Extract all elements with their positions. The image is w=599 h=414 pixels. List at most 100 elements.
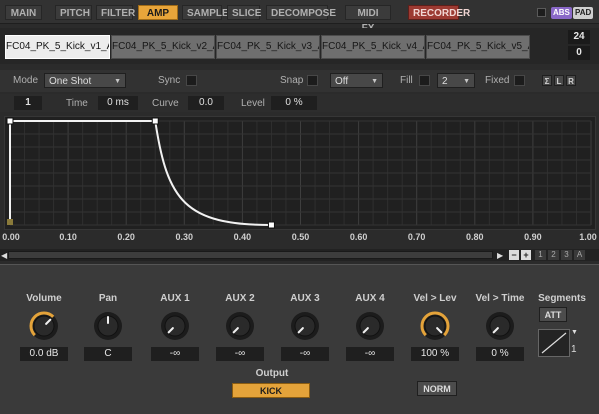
tab-decompose[interactable]: DECOMPOSE (266, 5, 336, 20)
ruler-tick-label: 0.40 (233, 232, 252, 242)
envelope-graph[interactable] (5, 117, 595, 229)
fill-checkbox[interactable] (419, 75, 430, 86)
view-3-button[interactable]: 3 (561, 250, 572, 260)
aux-4-knob[interactable] (354, 310, 386, 342)
knob-control[interactable]: Volume 0.0 dB (14, 293, 74, 361)
output-label: Output (255, 368, 289, 379)
start-marker[interactable] (7, 219, 13, 225)
snap-dropdown[interactable]: Off ▼ (330, 73, 383, 88)
knob-value[interactable]: 0.0 dB (20, 347, 68, 361)
vel-time-knob[interactable] (484, 310, 516, 342)
envelope-editor[interactable] (4, 116, 596, 230)
tab-pitch[interactable]: PITCH (55, 5, 92, 20)
chevron-down-icon: ▼ (114, 78, 121, 85)
curve-field[interactable]: 0.0 (188, 96, 224, 110)
vel-lev-knob[interactable] (419, 310, 451, 342)
scroll-row: ◀ ▶ − + 1 2 3 A (0, 249, 599, 261)
envelope-node[interactable] (267, 221, 275, 229)
tab-filter[interactable]: FILTER (96, 5, 135, 20)
knob-label: Volume (26, 293, 62, 304)
zone-tab[interactable]: FC04_PK_5_Kick_v1_AM (5, 35, 110, 59)
aux-3-knob[interactable] (289, 310, 321, 342)
node-index-field[interactable]: 1 (14, 96, 42, 110)
view-a-button[interactable]: A (574, 250, 585, 260)
scroll-left-icon[interactable]: ◀ (1, 251, 7, 260)
volume-knob[interactable] (28, 310, 60, 342)
time-field[interactable]: 0 ms (98, 96, 138, 110)
envelope-node[interactable] (151, 117, 159, 125)
level-field[interactable]: 0 % (271, 96, 317, 110)
tab-recorder[interactable]: RECORDER (408, 5, 470, 20)
knob-control[interactable]: AUX 3 -∞ (275, 293, 335, 361)
fill-label: Fill (400, 75, 413, 86)
fill-dropdown[interactable]: 2 ▼ (437, 73, 475, 88)
zoom-in-button[interactable]: + (521, 250, 531, 260)
ruler-tick-label: 0.60 (349, 232, 368, 242)
zone-tab[interactable]: FC04_PK_5_Kick_v2_AM (111, 35, 215, 59)
att-button[interactable]: ATT (539, 307, 567, 322)
sync-checkbox[interactable] (186, 75, 197, 86)
segments-label: Segments (538, 293, 586, 304)
knob-control[interactable]: Pan C (78, 293, 138, 361)
envelope-mode-row: Mode One Shot ▼ Sync Snap Off ▼ Fill 2 ▼… (0, 70, 599, 92)
knob-value[interactable]: -∞ (346, 347, 394, 361)
knob-control[interactable]: AUX 4 -∞ (340, 293, 400, 361)
tab-amp[interactable]: AMP (138, 5, 178, 20)
segments-curve-icon[interactable] (538, 329, 570, 357)
zone-selector-row: FC04_PK_5_Kick_v1_AM FC04_PK_5_Kick_v2_A… (0, 28, 599, 64)
sum-button[interactable]: Σ (542, 75, 552, 86)
aux-2-knob[interactable] (224, 310, 256, 342)
snap-label: Snap (280, 75, 304, 86)
knob-value[interactable]: -∞ (281, 347, 329, 361)
ruler-tick-label: 0.80 (466, 232, 484, 242)
zone-counter-bottom[interactable]: 0 (568, 46, 590, 60)
zone-tab[interactable]: FC04_PK_5_Kick_v3_AM (216, 35, 320, 59)
knob-value[interactable]: 0 % (476, 347, 524, 361)
zone-tab[interactable]: FC04_PK_5_Kick_v5_AM (426, 35, 530, 59)
output-selector[interactable]: KICK (232, 383, 310, 398)
knob-label: Vel > Time (475, 293, 525, 304)
knob-value[interactable]: C (84, 347, 132, 361)
chevron-down-icon[interactable]: ▼ (571, 329, 578, 336)
mode-dropdown[interactable]: One Shot ▼ (44, 73, 126, 88)
knob-label: AUX 3 (290, 293, 320, 304)
abs-badge[interactable]: ABS (551, 7, 572, 19)
view-1-button[interactable]: 1 (535, 250, 546, 260)
amp-parameters-panel: Volume 0.0 dB Pan C AUX 1 -∞ AUX 2 -∞ AUX 3 -∞ AUX… (0, 264, 599, 414)
view-2-button[interactable]: 2 (548, 250, 559, 260)
knob-control[interactable]: AUX 1 -∞ (145, 293, 205, 361)
knob-value[interactable]: 100 % (411, 347, 459, 361)
mode-label: Mode (13, 75, 39, 86)
knob-control[interactable]: Vel > Lev 100 % (405, 293, 465, 361)
ruler-tick-label: 0.20 (117, 232, 135, 242)
ruler-tick-label: 0.30 (175, 232, 194, 242)
knob-label: Vel > Lev (413, 293, 457, 304)
aux-1-knob[interactable] (159, 310, 191, 342)
small-square-icon[interactable] (537, 8, 546, 17)
loop-r-button[interactable]: R (566, 75, 576, 86)
norm-button[interactable]: NORM (417, 381, 457, 396)
snap-checkbox[interactable] (307, 75, 318, 86)
chevron-down-icon: ▼ (371, 78, 378, 85)
ruler-tick-label: 1.00 (579, 232, 597, 242)
knob-value[interactable]: -∞ (151, 347, 199, 361)
zone-tab[interactable]: FC04_PK_5_Kick_v4_AM (321, 35, 425, 59)
pad-badge[interactable]: PAD (573, 7, 594, 19)
knob-control[interactable]: Vel > Time 0 % (470, 293, 530, 361)
pan-knob[interactable] (92, 310, 124, 342)
sync-label: Sync (158, 75, 181, 86)
loop-l-button[interactable]: L (554, 75, 564, 86)
scroll-right-icon[interactable]: ▶ (497, 251, 503, 260)
fixed-checkbox[interactable] (514, 75, 525, 86)
zoom-out-button[interactable]: − (509, 250, 519, 260)
knob-control[interactable]: AUX 2 -∞ (210, 293, 270, 361)
segments-count: 1 (571, 344, 577, 355)
envelope-node[interactable] (6, 117, 14, 125)
tab-sample[interactable]: SAMPLE (182, 5, 229, 20)
knob-value[interactable]: -∞ (216, 347, 264, 361)
tab-slice[interactable]: SLICE (227, 5, 261, 20)
zone-counter-top[interactable]: 24 (568, 30, 590, 44)
horizontal-scrollbar[interactable] (8, 251, 493, 259)
tab-main[interactable]: MAIN (5, 5, 42, 20)
tab-midi-fx[interactable]: MIDI FX (345, 5, 391, 34)
